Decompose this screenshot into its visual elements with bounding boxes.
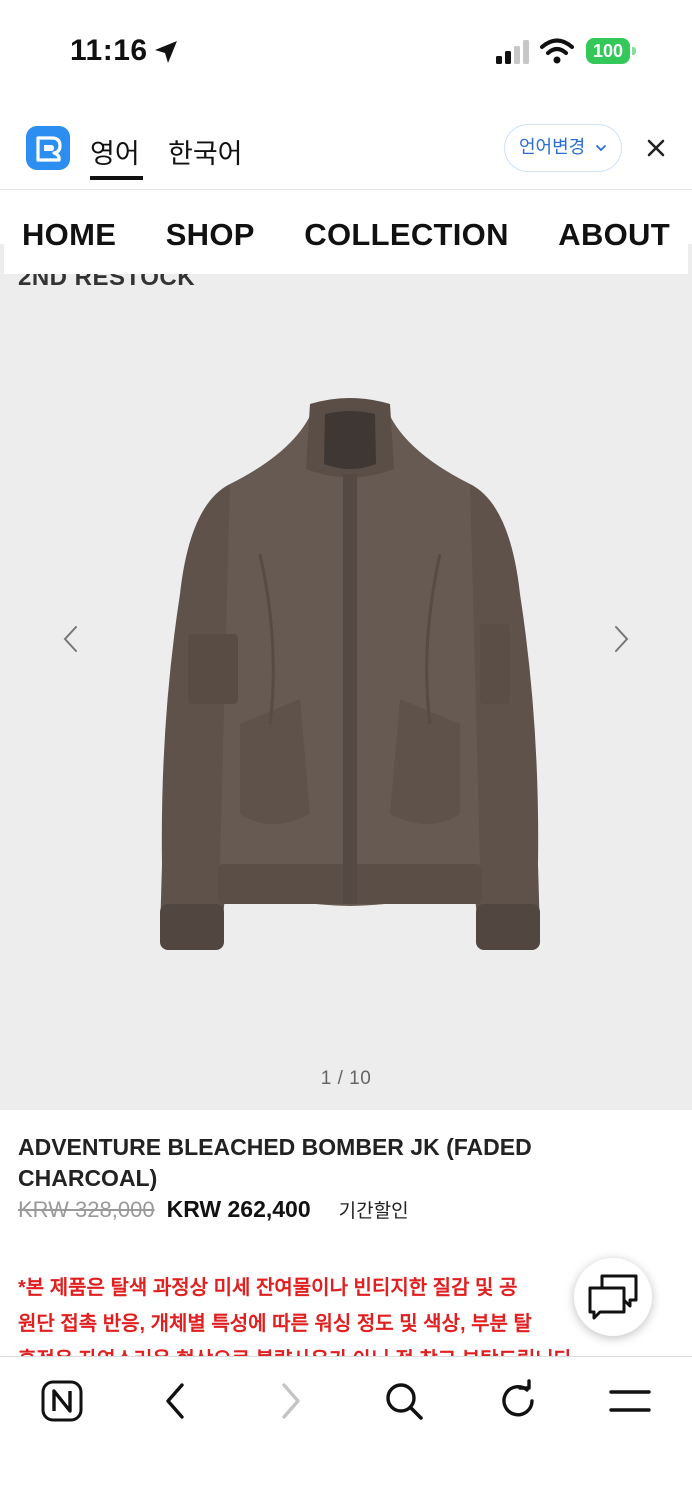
sale-price: KRW 262,400	[166, 1196, 311, 1222]
notice-line: *본 제품은 탈색 과정상 미세 잔여물이나 빈티지한 질감 및 공	[18, 1277, 518, 1299]
nav-item-home[interactable]: HOME	[22, 217, 116, 253]
original-price: KRW 328,000	[18, 1197, 155, 1222]
nav-item-about[interactable]: ABOUT	[558, 217, 670, 253]
wifi-icon	[540, 38, 574, 64]
naver-home-icon[interactable]	[40, 1379, 84, 1423]
chat-button[interactable]	[574, 1258, 652, 1336]
notice-line: 흔적은 자연스러운 현상으로 불량사유가 아닌 점 참고 부탁드립니다	[18, 1342, 658, 1356]
location-arrow-icon	[155, 41, 177, 63]
translator-logo-icon	[26, 126, 70, 170]
product-title: ADVENTURE BLEACHED BOMBER JK (FADED CHAR…	[18, 1134, 532, 1191]
change-language-label: 언어변경	[519, 137, 586, 157]
cellular-signal-icon	[496, 40, 529, 64]
tab-source-language[interactable]: 영어	[90, 132, 140, 171]
image-counter: 1 / 10	[320, 1068, 372, 1089]
chevron-left-icon[interactable]	[60, 624, 82, 654]
notice-line: 원단 접촉 반응, 개체별 특성에 따른 워싱 정도 및 색상, 부분 탈	[18, 1313, 532, 1335]
browser-toolbar	[0, 1356, 692, 1500]
product-notice: *본 제품은 탈색 과정상 미세 잔여물이나 빈티지한 질감 및 공 원단 접촉…	[18, 1270, 658, 1356]
translate-bar: 영어 한국어 언어변경	[0, 108, 692, 190]
menu-icon[interactable]	[608, 1379, 652, 1423]
battery-icon: 100	[586, 38, 636, 64]
chat-bubbles-icon	[588, 1274, 638, 1320]
close-icon[interactable]	[642, 134, 670, 162]
refresh-icon[interactable]	[496, 1379, 540, 1423]
battery-level: 100	[586, 38, 630, 64]
chevron-right-icon[interactable]	[610, 624, 632, 654]
price-row: KRW 328,000 KRW 262,400 기간할인	[18, 1196, 409, 1226]
discount-label: 기간할인	[338, 1201, 409, 1222]
nav-item-collection[interactable]: COLLECTION	[304, 217, 509, 253]
active-tab-indicator	[90, 176, 143, 180]
product-image[interactable]	[150, 394, 550, 974]
search-icon[interactable]	[382, 1379, 426, 1423]
chevron-down-icon	[596, 145, 606, 152]
forward-icon	[282, 1383, 300, 1419]
site-navigation: HOME SHOP COLLECTION ABOUT	[4, 196, 688, 274]
status-time: 11:16	[70, 34, 148, 67]
status-bar: 11:16 100	[0, 0, 692, 100]
change-language-button[interactable]: 언어변경	[504, 124, 622, 172]
back-icon[interactable]	[154, 1379, 198, 1423]
product-gallery[interactable]: 2ND RESTOCK 1 / 10	[0, 244, 692, 1110]
tab-target-language[interactable]: 한국어	[168, 132, 243, 171]
nav-item-shop[interactable]: SHOP	[166, 217, 255, 253]
